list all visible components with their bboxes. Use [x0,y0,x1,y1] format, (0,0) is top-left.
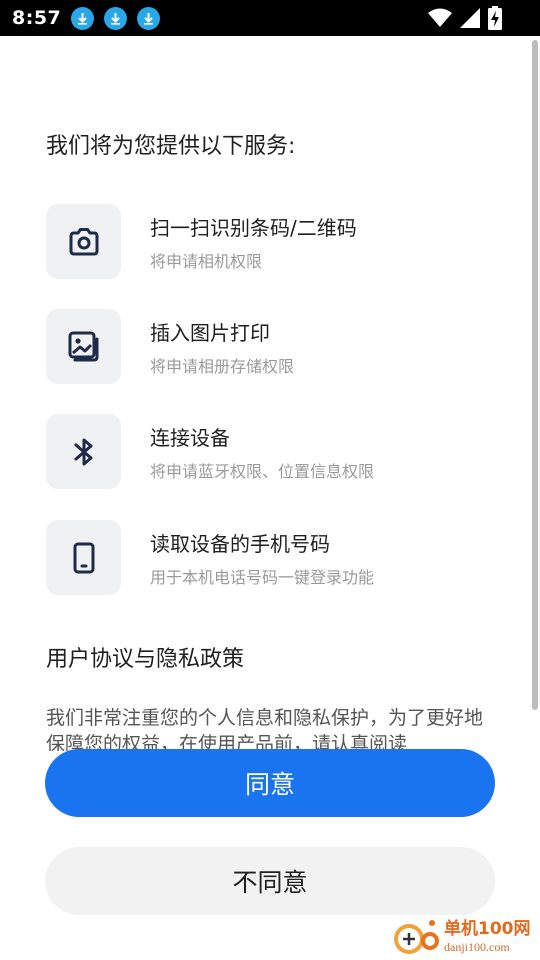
status-bar: 8:57 [0,0,540,36]
policy-text: 我们非常注重您的个人信息和隐私保护，为了更好地保障您的权益，在使用产品前，请认真… [46,707,484,751]
battery-charging-icon [488,6,502,34]
download-icon [71,6,95,30]
watermark: 单机100网 danji100.com [390,914,540,960]
policy-title: 用户协议与隐私政策 [46,647,245,672]
watermark-url: danji100.com [444,940,510,954]
disagree-button[interactable]: 不同意 [45,847,495,915]
service-desc: 将申请相册存储权限 [150,357,295,376]
service-item-print-image: 插入图片打印 将申请相册存储权限 [46,309,486,385]
service-item-scan: 扫一扫识别条码/二维码 将申请相机权限 [46,204,486,280]
bluetooth-icon [46,414,121,489]
service-desc: 将申请蓝牙权限、位置信息权限 [150,462,375,481]
scrollbar[interactable] [532,40,538,710]
service-title: 连接设备 [150,426,230,450]
watermark-logo-icon [390,917,440,957]
service-title: 扫一扫识别条码/二维码 [150,216,357,240]
service-desc: 将申请相机权限 [150,252,263,271]
service-item-connect-device: 连接设备 将申请蓝牙权限、位置信息权限 [46,414,486,490]
agree-button[interactable]: 同意 [45,749,495,817]
camera-icon [46,204,121,279]
gallery-icon [46,309,121,384]
service-item-read-phone-number: 读取设备的手机号码 用于本机电话号码一键登录功能 [46,520,486,596]
service-title: 插入图片打印 [150,321,270,345]
status-time: 8:57 [12,7,62,29]
services-heading: 我们将为您提供以下服务: [46,134,296,159]
phone-icon [46,520,121,595]
service-desc: 用于本机电话号码一键登录功能 [150,568,375,587]
download-icon [137,6,161,30]
download-icon [104,6,128,30]
signal-icon [460,8,480,32]
service-title: 读取设备的手机号码 [150,532,330,556]
watermark-text: 单机100网 [444,919,531,939]
wifi-icon [428,8,452,32]
